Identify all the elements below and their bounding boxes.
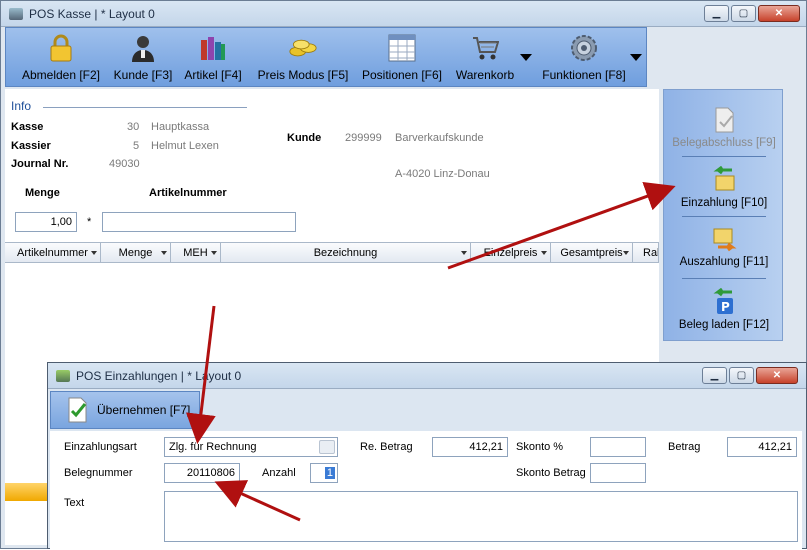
minimize-button[interactable]: ▁ — [704, 5, 729, 22]
dialog-minimize-button[interactable]: ▁ — [702, 367, 727, 384]
document-check-icon — [710, 106, 738, 134]
invoice-amount-input[interactable]: 412,21 — [432, 437, 508, 457]
logout-button[interactable]: Abmelden [F2] — [18, 28, 104, 86]
col-rabatt[interactable]: Rab — [633, 243, 659, 262]
journal-number: 49030 — [109, 158, 140, 170]
deposit-dialog: POS Einzahlungen | * Layout 0 ▁ ▢ ✕ Über… — [47, 362, 807, 550]
count-input[interactable]: 1 — [310, 463, 338, 483]
col-meh[interactable]: MEH — [171, 243, 221, 262]
times-symbol: * — [87, 216, 92, 228]
col-einzelpreis[interactable]: Einzelpreis — [471, 243, 551, 262]
status-strip — [5, 483, 48, 501]
customer-button[interactable]: Kunde [F3] — [110, 28, 176, 86]
close-receipt-button[interactable]: Belegabschluss [F9] — [664, 106, 784, 149]
quantity-label: Menge — [25, 187, 60, 199]
table-icon — [388, 34, 416, 62]
withdrawal-button[interactable]: Auszahlung [F11] — [664, 225, 784, 268]
functions-dropdown-arrow[interactable] — [630, 54, 642, 61]
col-menge[interactable]: Menge — [101, 243, 171, 262]
main-titlebar: POS Kasse | * Layout 0 ▁ ▢ ✕ — [1, 1, 806, 27]
side-separator — [682, 278, 766, 279]
text-area[interactable] — [164, 491, 798, 542]
side-separator — [682, 156, 766, 157]
kunde-number: 299999 — [345, 132, 382, 144]
parking-load-icon: P — [710, 287, 738, 316]
coins-icon — [289, 34, 317, 62]
cart-icon — [471, 34, 499, 62]
kasse-name: Hauptkassa — [151, 121, 210, 133]
price-mode-button[interactable]: Preis Modus [F5] — [256, 28, 350, 86]
count-label: Anzahl — [262, 467, 296, 479]
side-action-panel: Belegabschluss [F9] Einzahlung [F10] Aus… — [663, 89, 783, 341]
discount-amount-label: Skonto Betrag — [516, 467, 586, 479]
kassier-label: Kassier — [11, 140, 51, 152]
main-window-title: POS Kasse | * Layout 0 — [29, 6, 155, 21]
kassier-number: 5 — [133, 140, 140, 152]
close-button[interactable]: ✕ — [758, 5, 800, 22]
article-number-input[interactable] — [102, 212, 296, 232]
cart-dropdown-arrow[interactable] — [520, 54, 532, 61]
dialog-maximize-button[interactable]: ▢ — [729, 367, 754, 384]
side-separator — [682, 216, 766, 217]
col-bezeichnung[interactable]: Bezeichnung — [221, 243, 471, 262]
journal-label: Journal Nr. — [11, 158, 69, 170]
gear-icon — [570, 34, 598, 62]
article-button[interactable]: Artikel [F4] — [182, 28, 244, 86]
dialog-title: POS Einzahlungen | * Layout 0 — [76, 368, 242, 383]
text-label: Text — [64, 497, 85, 509]
deposit-button[interactable]: Einzahlung [F10] — [664, 165, 784, 209]
kunde-city: A-4020 Linz-Donau — [395, 168, 490, 180]
col-gesamtpreis[interactable]: Gesamtpreis — [551, 243, 633, 262]
cart-button[interactable]: Warenkorb — [452, 28, 518, 86]
svg-text:P: P — [721, 300, 730, 314]
discount-amount-input[interactable] — [590, 463, 646, 483]
deposit-form: Einzahlungsart Zlg. für Rechnung Belegnu… — [50, 431, 802, 550]
kasse-label: Kasse — [11, 121, 44, 133]
positions-button[interactable]: Positionen [F6] — [358, 28, 446, 86]
functions-button[interactable]: Funktionen [F8] — [538, 28, 630, 86]
deposit-icon — [710, 165, 738, 194]
chevron-down-icon[interactable] — [319, 440, 335, 454]
load-receipt-button[interactable]: P Beleg laden [F12] — [664, 287, 784, 331]
payment-type-label: Einzahlungsart — [64, 441, 137, 453]
app-icon — [9, 7, 23, 20]
lock-icon — [47, 34, 75, 62]
receipt-number-input[interactable]: 20110806 — [164, 463, 240, 483]
discount-percent-input[interactable] — [590, 437, 646, 457]
invoice-amount-label: Re. Betrag — [360, 441, 413, 453]
amount-label: Betrag — [668, 441, 701, 453]
apply-button[interactable]: Übernehmen [F7] — [50, 391, 200, 429]
kassier-name: Helmut Lexen — [151, 140, 219, 152]
kunde-label: Kunde — [287, 132, 322, 144]
article-number-label: Artikelnummer — [149, 187, 227, 199]
maximize-button[interactable]: ▢ — [731, 5, 756, 22]
document-check-icon — [67, 397, 89, 423]
kunde-name: Barverkaufskunde — [395, 132, 484, 144]
amount-input[interactable]: 412,21 — [727, 437, 797, 457]
kasse-number: 30 — [127, 121, 140, 133]
quantity-input[interactable]: 1,00 — [15, 212, 77, 232]
main-toolbar: Abmelden [F2] Kunde [F3] Artikel [F4] Pr… — [5, 27, 647, 87]
col-artikelnummer[interactable]: Artikelnummer — [5, 243, 101, 262]
discount-percent-label: Skonto % — [516, 441, 564, 453]
receipt-number-label: Belegnummer — [64, 467, 133, 479]
dialog-app-icon — [56, 369, 70, 382]
person-icon — [129, 34, 157, 62]
dialog-titlebar: POS Einzahlungen | * Layout 0 ▁ ▢ ✕ — [48, 363, 806, 389]
dialog-close-button[interactable]: ✕ — [756, 367, 798, 384]
withdrawal-icon — [710, 225, 738, 253]
books-icon — [199, 34, 227, 62]
info-divider — [43, 107, 247, 108]
info-heading: Info — [11, 99, 32, 113]
payment-type-select[interactable]: Zlg. für Rechnung — [164, 437, 338, 457]
positions-grid-header: Artikelnummer Menge MEH Bezeichnung Einz… — [5, 242, 659, 263]
